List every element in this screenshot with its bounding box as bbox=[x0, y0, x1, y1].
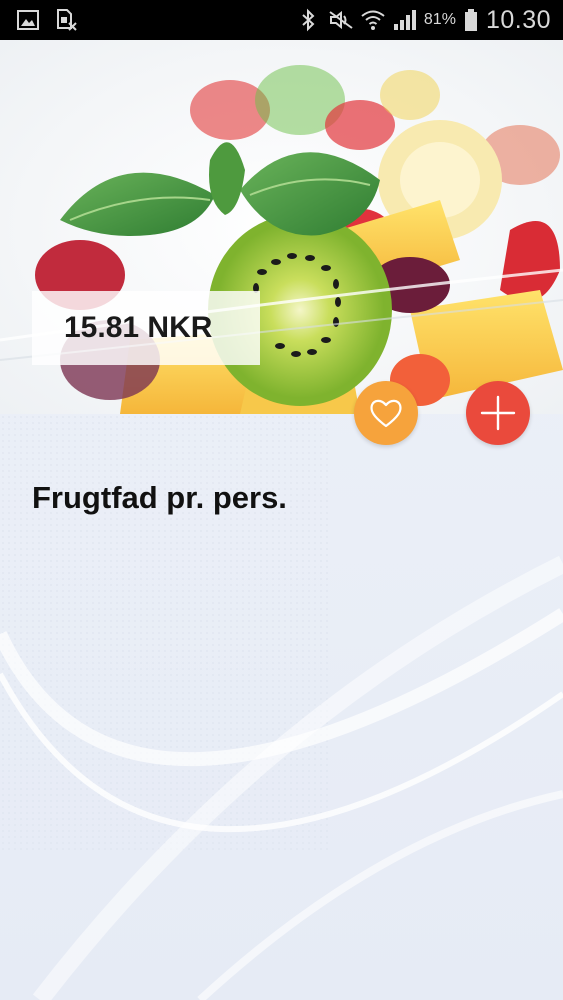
battery-icon bbox=[464, 8, 478, 32]
price-label: 15.81 NKR bbox=[32, 291, 260, 365]
wifi-icon bbox=[360, 8, 385, 32]
add-to-cart-button[interactable] bbox=[466, 381, 530, 445]
status-bar: 81% 10.30 bbox=[0, 0, 563, 40]
gallery-icon bbox=[16, 8, 40, 32]
heart-outline-icon bbox=[370, 399, 402, 428]
bluetooth-icon bbox=[296, 8, 320, 32]
battery-percentage: 81% bbox=[423, 11, 456, 28]
signal-icon bbox=[392, 8, 416, 32]
mute-icon bbox=[328, 8, 353, 32]
clock: 10.30 bbox=[485, 5, 551, 34]
favorite-button[interactable] bbox=[354, 381, 418, 445]
product-title: Frugtfad pr. pers. bbox=[32, 480, 287, 515]
sim-card-x-icon bbox=[54, 8, 78, 32]
plus-icon bbox=[480, 395, 516, 431]
product-detail-screen: 81% 10.30 15.81 NKR Frugtfad pr. pers. bbox=[0, 0, 563, 1000]
